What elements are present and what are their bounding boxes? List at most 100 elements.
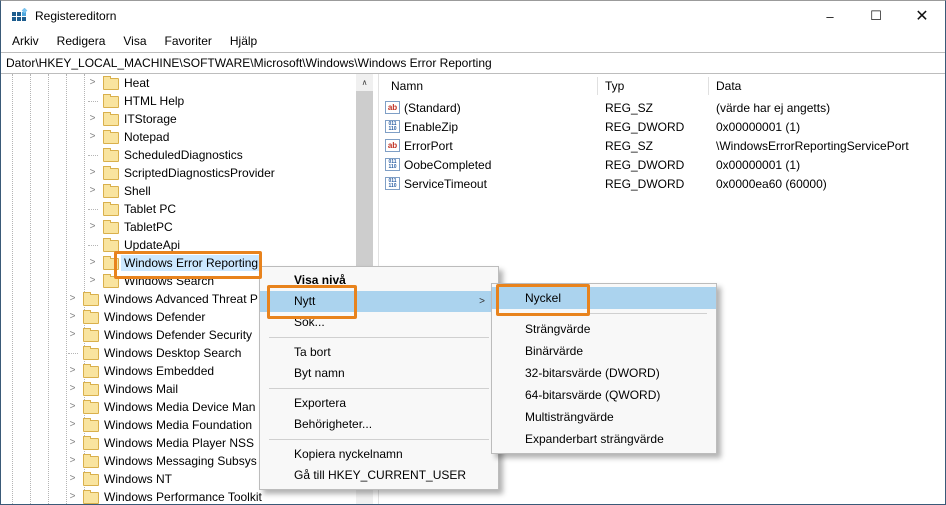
menu-item-expanderbart-str-ngv-rde[interactable]: Expanderbart strängvärde xyxy=(492,428,716,450)
menu-item-str-ngv-rde[interactable]: Strängvärde xyxy=(492,318,716,340)
registry-editor-window: Registereditorn – ☐ ✕ Arkiv Redigera Visa F… xyxy=(0,0,946,505)
menu-item-multistr-ngv-rde[interactable]: Multisträngvärde xyxy=(492,406,716,428)
tree-item[interactable]: > TabletPC xyxy=(2,218,356,236)
menu-item-g-till-hkey-current-user[interactable]: Gå till HKEY_CURRENT_USER xyxy=(260,465,498,486)
chevron-right-icon[interactable]: > xyxy=(87,274,98,288)
menu-item-64-bitarsv-rde-qword[interactable]: 64-bitarsvärde (QWORD) xyxy=(492,384,716,406)
tree-item-label: ScriptedDiagnosticsProvider xyxy=(124,166,275,180)
menu-item-label: Nyckel xyxy=(525,291,562,305)
menu-item-label: Kopiera nyckelnamn xyxy=(294,447,403,461)
tree-item-label: Windows Media Foundation xyxy=(104,418,253,432)
chevron-right-icon[interactable]: > xyxy=(67,382,78,396)
menu-item-32-bitarsv-rde-dword[interactable]: 32-bitarsvärde (DWORD) xyxy=(492,362,716,384)
menu-item-kopiera-nyckelnamn[interactable]: Kopiera nyckelnamn xyxy=(260,444,498,465)
chevron-right-icon[interactable]: > xyxy=(67,364,78,378)
tree-item[interactable]: Tablet PC xyxy=(2,200,356,218)
folder-icon xyxy=(103,112,119,126)
menu-item-label: Behörigheter... xyxy=(294,417,373,431)
chevron-right-icon[interactable]: > xyxy=(67,490,78,504)
tree-item[interactable]: > Notepad xyxy=(2,128,356,146)
column-separator[interactable] xyxy=(708,77,709,95)
chevron-right-icon[interactable]: > xyxy=(67,472,78,486)
menu-item-beh-righeter[interactable]: Behörigheter... xyxy=(260,414,498,435)
maximize-button[interactable]: ☐ xyxy=(853,1,899,31)
folder-icon xyxy=(83,310,99,324)
menu-item-ta-bort[interactable]: Ta bort xyxy=(260,342,498,363)
tree-stub-line xyxy=(88,155,98,156)
chevron-right-icon[interactable]: > xyxy=(87,256,98,270)
menu-item-byt-namn[interactable]: Byt namn xyxy=(260,363,498,384)
folder-icon xyxy=(83,346,99,360)
chevron-right-icon[interactable]: > xyxy=(87,220,98,234)
tree-item[interactable]: ScheduledDiagnostics xyxy=(2,146,356,164)
menu-separator xyxy=(501,313,707,314)
menu-separator xyxy=(269,439,489,440)
tree-item-label: Tablet PC xyxy=(124,202,177,216)
chevron-right-icon[interactable]: > xyxy=(67,418,78,432)
chevron-right-icon[interactable]: > xyxy=(87,112,98,126)
tree-item[interactable]: > Windows Performance Toolkit xyxy=(2,488,356,504)
window-title: Registereditorn xyxy=(35,9,117,23)
chevron-right-icon[interactable]: > xyxy=(67,400,78,414)
value-data: 0x0000ea60 (60000) xyxy=(716,177,827,191)
menubar-item-redigera[interactable]: Redigera xyxy=(48,31,115,52)
menubar-item-hjälp[interactable]: Hjälp xyxy=(221,31,266,52)
tree-item[interactable]: > ITStorage xyxy=(2,110,356,128)
column-header-name[interactable]: Namn xyxy=(391,79,423,93)
minimize-button[interactable]: – xyxy=(807,1,853,31)
chevron-right-icon[interactable]: > xyxy=(87,130,98,144)
folder-icon xyxy=(83,382,99,396)
close-button[interactable]: ✕ xyxy=(899,1,945,31)
chevron-right-icon[interactable]: > xyxy=(87,184,98,198)
menu-item-bin-rv-rde[interactable]: Binärvärde xyxy=(492,340,716,362)
value-row[interactable]: ab ErrorPort REG_SZ \WindowsErrorReportingS… xyxy=(380,136,944,155)
chevron-right-icon[interactable]: > xyxy=(87,76,98,90)
menu-item-nyckel[interactable]: Nyckel xyxy=(492,287,716,309)
chevron-right-icon[interactable]: > xyxy=(67,310,78,324)
value-row[interactable]: 011 110 EnableZip REG_DWORD 0x00000001 (1) xyxy=(380,117,944,136)
tree-item[interactable]: HTML Help xyxy=(2,92,356,110)
column-separator[interactable] xyxy=(597,77,598,95)
folder-icon xyxy=(83,400,99,414)
folder-icon xyxy=(103,94,119,108)
address-path: Dator\HKEY_LOCAL_MACHINE\SOFTWARE\Micros… xyxy=(6,56,492,70)
value-row[interactable]: ab (Standard) REG_SZ (värde har ej angetts) xyxy=(380,98,944,117)
tree-item-label: Windows Mail xyxy=(104,382,179,396)
menu-item-label: Strängvärde xyxy=(525,322,591,336)
title-bar: Registereditorn – ☐ ✕ xyxy=(1,1,945,31)
tree-item[interactable]: > Heat xyxy=(2,74,356,92)
tree-item[interactable]: UpdateApi xyxy=(2,236,356,254)
value-type: REG_SZ xyxy=(605,139,654,153)
chevron-right-icon[interactable]: > xyxy=(87,166,98,180)
tree-item[interactable]: > ScriptedDiagnosticsProvider xyxy=(2,164,356,182)
menu-item-nytt[interactable]: Nytt > xyxy=(260,291,498,312)
address-bar[interactable]: Dator\HKEY_LOCAL_MACHINE\SOFTWARE\Micros… xyxy=(1,52,945,74)
menu-item-exportera[interactable]: Exportera xyxy=(260,393,498,414)
tree-item-label: ScheduledDiagnostics xyxy=(124,148,243,162)
chevron-right-icon[interactable]: > xyxy=(67,454,78,468)
menu-item-label: Nytt xyxy=(294,294,316,308)
chevron-right-icon[interactable]: > xyxy=(67,292,78,306)
menu-item-s-k[interactable]: Sök... xyxy=(260,312,498,333)
column-header-type[interactable]: Typ xyxy=(605,79,624,93)
menu-item-label: 32-bitarsvärde (DWORD) xyxy=(525,366,660,380)
scroll-up-arrow-icon[interactable]: ∧ xyxy=(356,74,373,91)
chevron-right-icon[interactable]: > xyxy=(67,436,78,450)
menu-item-visa-niv[interactable]: Visa nivå xyxy=(260,270,498,291)
reg-dword-icon: 011 110 xyxy=(385,177,400,190)
value-row[interactable]: 011 110 OobeCompleted REG_DWORD 0x00000001 … xyxy=(380,155,944,174)
menubar-item-favoriter[interactable]: Favoriter xyxy=(156,31,221,52)
reg-dword-icon: 011 110 xyxy=(385,120,400,133)
folder-icon xyxy=(103,184,119,198)
folder-icon xyxy=(103,148,119,162)
value-row[interactable]: 011 110 ServiceTimeout REG_DWORD 0x0000ea60… xyxy=(380,174,944,193)
menubar-item-visa[interactable]: Visa xyxy=(114,31,155,52)
menubar-item-arkiv[interactable]: Arkiv xyxy=(3,31,48,52)
tree-stub-line xyxy=(88,101,98,102)
menu-item-label: Exportera xyxy=(294,396,347,410)
menu-item-label: Expanderbart strängvärde xyxy=(525,432,664,446)
chevron-right-icon[interactable]: > xyxy=(67,328,78,342)
tree-item[interactable]: > Shell xyxy=(2,182,356,200)
column-header-data[interactable]: Data xyxy=(716,79,741,93)
value-name: (Standard) xyxy=(404,101,461,115)
